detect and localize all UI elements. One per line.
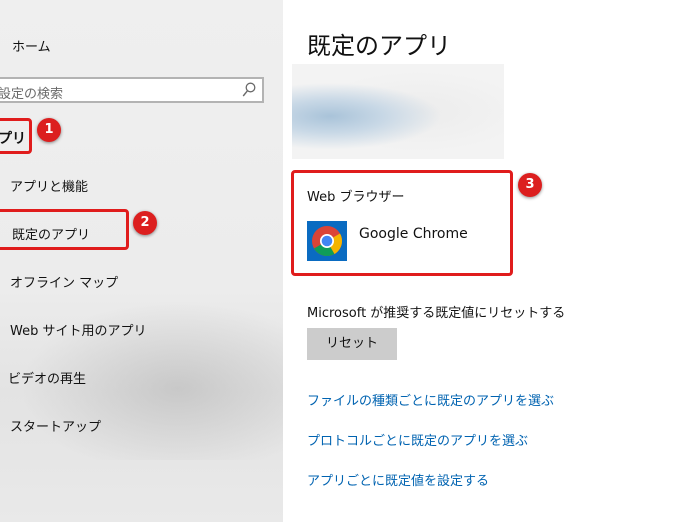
sidebar: ホーム 設定の検索 プリ アプリと機能 既定のアプリ オフライン マップ Web…: [0, 0, 283, 522]
blurred-image: [292, 64, 504, 159]
link-set-defaults-by-app[interactable]: アプリごとに既定値を設定する: [307, 470, 489, 489]
sidebar-item-apps-features[interactable]: アプリと機能: [10, 176, 88, 195]
page-title: 既定のアプリ: [307, 32, 451, 60]
link-choose-by-file-type[interactable]: ファイルの種類ごとに既定のアプリを選ぶ: [307, 390, 554, 409]
annotation-marker-3: 3: [518, 173, 542, 197]
annotation-marker-1: 1: [37, 118, 61, 142]
annotation-box-2: [0, 209, 129, 250]
annotation-marker-2: 2: [133, 211, 157, 235]
reset-description: Microsoft が推奨する既定値にリセットする: [307, 306, 566, 321]
annotation-box-3: [291, 170, 513, 276]
sidebar-item-home[interactable]: ホーム: [12, 36, 51, 55]
sidebar-item-offline-maps[interactable]: オフライン マップ: [10, 272, 118, 291]
reset-button[interactable]: リセット: [307, 328, 397, 360]
search-placeholder: 設定の検索: [0, 87, 64, 102]
sidebar-item-apps-for-websites[interactable]: Web サイト用のアプリ: [10, 320, 146, 339]
sidebar-item-video-playback[interactable]: ビデオの再生: [8, 368, 86, 387]
sidebar-item-startup[interactable]: スタートアップ: [10, 416, 101, 435]
search-input[interactable]: 設定の検索: [0, 77, 264, 103]
link-choose-by-protocol[interactable]: プロトコルごとに既定のアプリを選ぶ: [307, 430, 528, 449]
annotation-box-1: [0, 118, 32, 154]
search-icon[interactable]: [242, 82, 256, 102]
